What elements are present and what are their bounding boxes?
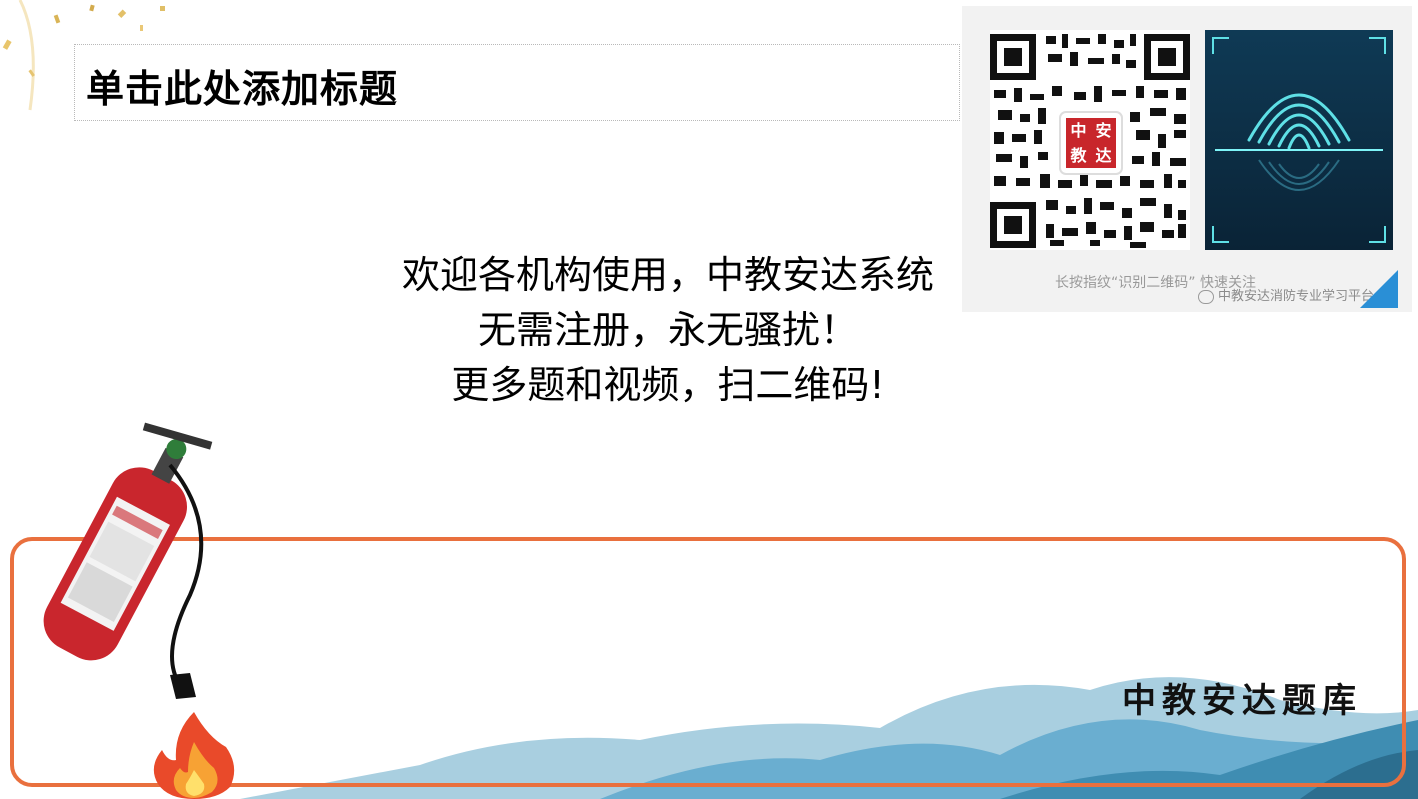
fingerprint-icon	[1205, 30, 1393, 250]
qr-logo-char: 达	[1095, 146, 1112, 165]
flame-icon	[153, 712, 235, 799]
fire-extinguisher-illustration	[43, 422, 213, 699]
slide-title[interactable]: 单击此处添加标题	[86, 58, 398, 113]
watermark-text: 中教安达消防专业学习平台	[1218, 289, 1375, 304]
body-line-1: 欢迎各机构使用，中教安达系统	[401, 253, 934, 297]
body-line-3: 更多题和视频，扫二维码!	[451, 363, 885, 407]
footer-brand: 中教安达题库	[1122, 681, 1362, 721]
qr-logo: 中 安 教 达	[1066, 118, 1116, 168]
body-line-2: 无需注册，永无骚扰！	[477, 308, 858, 352]
qr-logo-char: 安	[1095, 121, 1112, 140]
qr-logo-char: 中	[1070, 121, 1087, 140]
qr-logo-char: 教	[1070, 146, 1087, 165]
corner-triangle-decoration	[1360, 270, 1398, 308]
wechat-icon	[1198, 289, 1214, 304]
slide-body-text[interactable]: 欢迎各机构使用，中教安达系统 无需注册，永无骚扰！ 更多题和视频，扫二维码!	[360, 248, 976, 413]
wechat-watermark: 中教安达消防专业学习平台	[1198, 285, 1374, 304]
